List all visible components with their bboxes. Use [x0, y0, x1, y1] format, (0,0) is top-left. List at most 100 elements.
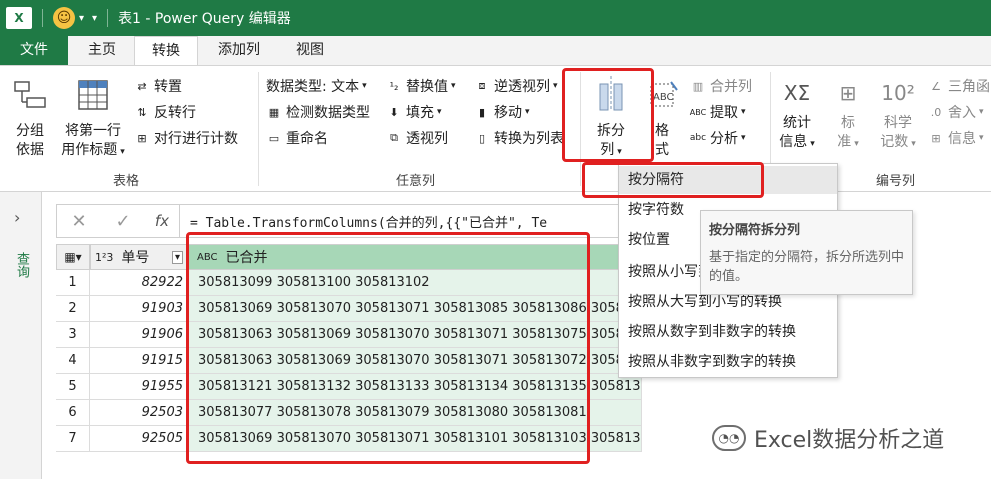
menu-item-by-delimiter[interactable]: 按分隔符: [619, 166, 837, 194]
tab-add-column[interactable]: 添加列: [204, 36, 274, 65]
merged-cell[interactable]: 305813069 305813070 305813071 305813085 …: [188, 296, 642, 322]
rename-button[interactable]: ▭ 重命名: [266, 128, 328, 148]
rename-label: 重命名: [286, 131, 328, 147]
order-cell[interactable]: 91955: [90, 374, 188, 400]
scientific-button[interactable]: 10² 科学 记数 ▾: [874, 76, 922, 154]
standard-button[interactable]: ⊞ 标 准 ▾: [828, 76, 868, 154]
reverse-rows-button[interactable]: ⇅ 反转行: [134, 102, 196, 122]
merged-cell[interactable]: 305813121 305813132 305813133 305813134 …: [188, 374, 642, 400]
merged-cell[interactable]: 305813077 305813078 305813079 305813080 …: [188, 400, 642, 426]
divider: [580, 72, 581, 186]
row-index[interactable]: 6: [56, 400, 90, 426]
merged-cell[interactable]: 305813063 305813069 305813070 305813071 …: [188, 348, 642, 374]
pivot-column-button[interactable]: ⧉ 透视列: [386, 128, 448, 148]
chevron-down-icon[interactable]: ▾: [79, 13, 84, 24]
convert-to-list-button[interactable]: ▯ 转换为列表: [474, 128, 564, 148]
use-first-row-as-headers-button[interactable]: 将第一行 用作标题 ▾: [56, 78, 130, 162]
calculator-icon: ⊞: [839, 81, 857, 105]
fill-down-icon: ⬇: [389, 105, 399, 119]
fill-button[interactable]: ⬇ 填充 ▾: [386, 102, 441, 122]
any-column-group-label: 任意列: [396, 174, 436, 189]
order-cell[interactable]: 91906: [90, 322, 188, 348]
standard-label-1: 标: [841, 115, 855, 131]
quick-access-dropdown-icon[interactable]: ▾: [92, 13, 97, 24]
row-index[interactable]: 1: [56, 270, 90, 296]
statistics-button[interactable]: ΧΣ 统计 信息 ▾: [774, 76, 820, 154]
menu-item-digit-to-nondigit[interactable]: 按照从数字到非数字的转换: [619, 318, 837, 346]
chevron-down-icon: ▾: [553, 81, 558, 91]
table-menu-button[interactable]: ▦▾: [56, 244, 90, 270]
info-icon: ⊞: [931, 131, 941, 145]
queries-label[interactable]: 查询: [12, 252, 31, 278]
extract-button[interactable]: ABC 提取 ▾: [690, 102, 746, 122]
row-index[interactable]: 5: [56, 374, 90, 400]
number-column-group-label: 编号列: [876, 174, 916, 189]
round-icon: .0: [930, 105, 942, 119]
information-button[interactable]: ⊞ 信息 ▾: [928, 128, 983, 148]
tab-file[interactable]: 文件: [0, 36, 68, 65]
order-cell[interactable]: 92503: [90, 400, 188, 426]
merged-cell[interactable]: 305813069 305813070 305813071 305813101 …: [188, 426, 642, 452]
merge-columns-button[interactable]: ▥ 合并列: [690, 76, 752, 96]
row-index[interactable]: 3: [56, 322, 90, 348]
chevron-down-icon: ▾: [741, 133, 746, 143]
data-type-dropdown[interactable]: 数据类型: 文本 ▾: [266, 76, 367, 96]
format-button[interactable]: ABC 格 式: [642, 78, 682, 160]
chevron-right-icon[interactable]: ›: [14, 208, 20, 227]
column-header-label: 已合并: [225, 250, 268, 266]
sigma-icon: ΧΣ: [783, 81, 811, 105]
merged-cell[interactable]: 305813099 305813100 305813102: [188, 270, 642, 296]
merge-label: 合并列: [710, 79, 752, 95]
data-type-label: 数据类型: 文本: [266, 79, 360, 95]
group-by-label-1: 分组: [16, 123, 44, 139]
detect-data-type-button[interactable]: ▦ 检测数据类型: [266, 102, 370, 122]
reverse-rows-label: 反转行: [154, 105, 196, 121]
text-type-icon: ABC: [197, 251, 218, 263]
column-header-merged[interactable]: ABC 已合并: [188, 244, 642, 270]
group-by-button[interactable]: 分组 依据: [6, 78, 54, 160]
row-index[interactable]: 2: [56, 296, 90, 322]
format-label-1: 格: [655, 123, 669, 139]
tab-home[interactable]: 主页: [74, 36, 130, 65]
extract-label: 提取: [710, 105, 738, 121]
replace-values-button[interactable]: ¹₂ 替换值 ▾: [386, 76, 456, 96]
exponent-icon: 10²: [881, 81, 915, 105]
trigonometry-button[interactable]: ∠ 三角函: [928, 76, 990, 96]
tooltip-title: 按分隔符拆分列: [709, 223, 801, 238]
statistics-label-text: 信息: [779, 134, 808, 150]
menu-item-nondigit-to-digit[interactable]: 按照从非数字到数字的转换: [619, 348, 837, 376]
statistics-label-1: 统计: [783, 115, 811, 131]
tab-transform[interactable]: 转换: [134, 36, 198, 66]
cancel-icon[interactable]: ✕: [57, 211, 101, 232]
parse-button[interactable]: abc 分析 ▾: [690, 128, 746, 148]
rounding-button[interactable]: .0 舍入 ▾: [928, 102, 984, 122]
order-cell[interactable]: 91915: [90, 348, 188, 374]
move-button[interactable]: ▮ 移动 ▾: [474, 102, 530, 122]
transpose-icon: ⇄: [137, 79, 147, 93]
unpivot-columns-button[interactable]: ⧈ 逆透视列 ▾: [474, 76, 558, 96]
tab-view[interactable]: 视图: [282, 36, 338, 65]
formula-input[interactable]: = Table.TransformColumns(合并的列,{{"已合并", T…: [190, 212, 547, 231]
order-cell[interactable]: 82922: [90, 270, 188, 296]
row-index[interactable]: 4: [56, 348, 90, 374]
group-by-icon: [14, 81, 46, 108]
chevron-down-icon: ▾: [451, 81, 456, 91]
split-column-button[interactable]: 拆分 列 ▾: [588, 74, 634, 162]
scientific-label-1: 科学: [884, 115, 912, 131]
filter-dropdown-icon[interactable]: ▾: [171, 250, 183, 264]
count-rows-button[interactable]: ⊞ 对行进行计数: [134, 128, 238, 148]
row-index[interactable]: 7: [56, 426, 90, 452]
smiley-icon[interactable]: ☺: [53, 7, 75, 29]
order-cell[interactable]: 92505: [90, 426, 188, 452]
order-cell[interactable]: 91903: [90, 296, 188, 322]
chevron-down-icon: ▾: [362, 81, 367, 91]
transpose-button[interactable]: ⇄ 转置: [134, 76, 182, 96]
merged-cell[interactable]: 305813063 305813069 305813070 305813071 …: [188, 322, 642, 348]
confirm-icon[interactable]: ✓: [101, 211, 145, 232]
chevron-down-icon: ▾: [810, 139, 815, 149]
tooltip-body: 基于指定的分隔符，拆分所选列中的值。: [709, 250, 905, 284]
column-header-order[interactable]: 1²3 单号 ▾: [90, 244, 188, 270]
fx-icon[interactable]: fx: [145, 212, 179, 230]
split-column-label-1: 拆分: [597, 123, 625, 139]
ribbon: 分组 依据 将第一行 用作标题 ▾ ⇄ 转置 ⇅ 反转行 ⊞ 对行进行计数 表格 数据类…: [0, 65, 991, 192]
